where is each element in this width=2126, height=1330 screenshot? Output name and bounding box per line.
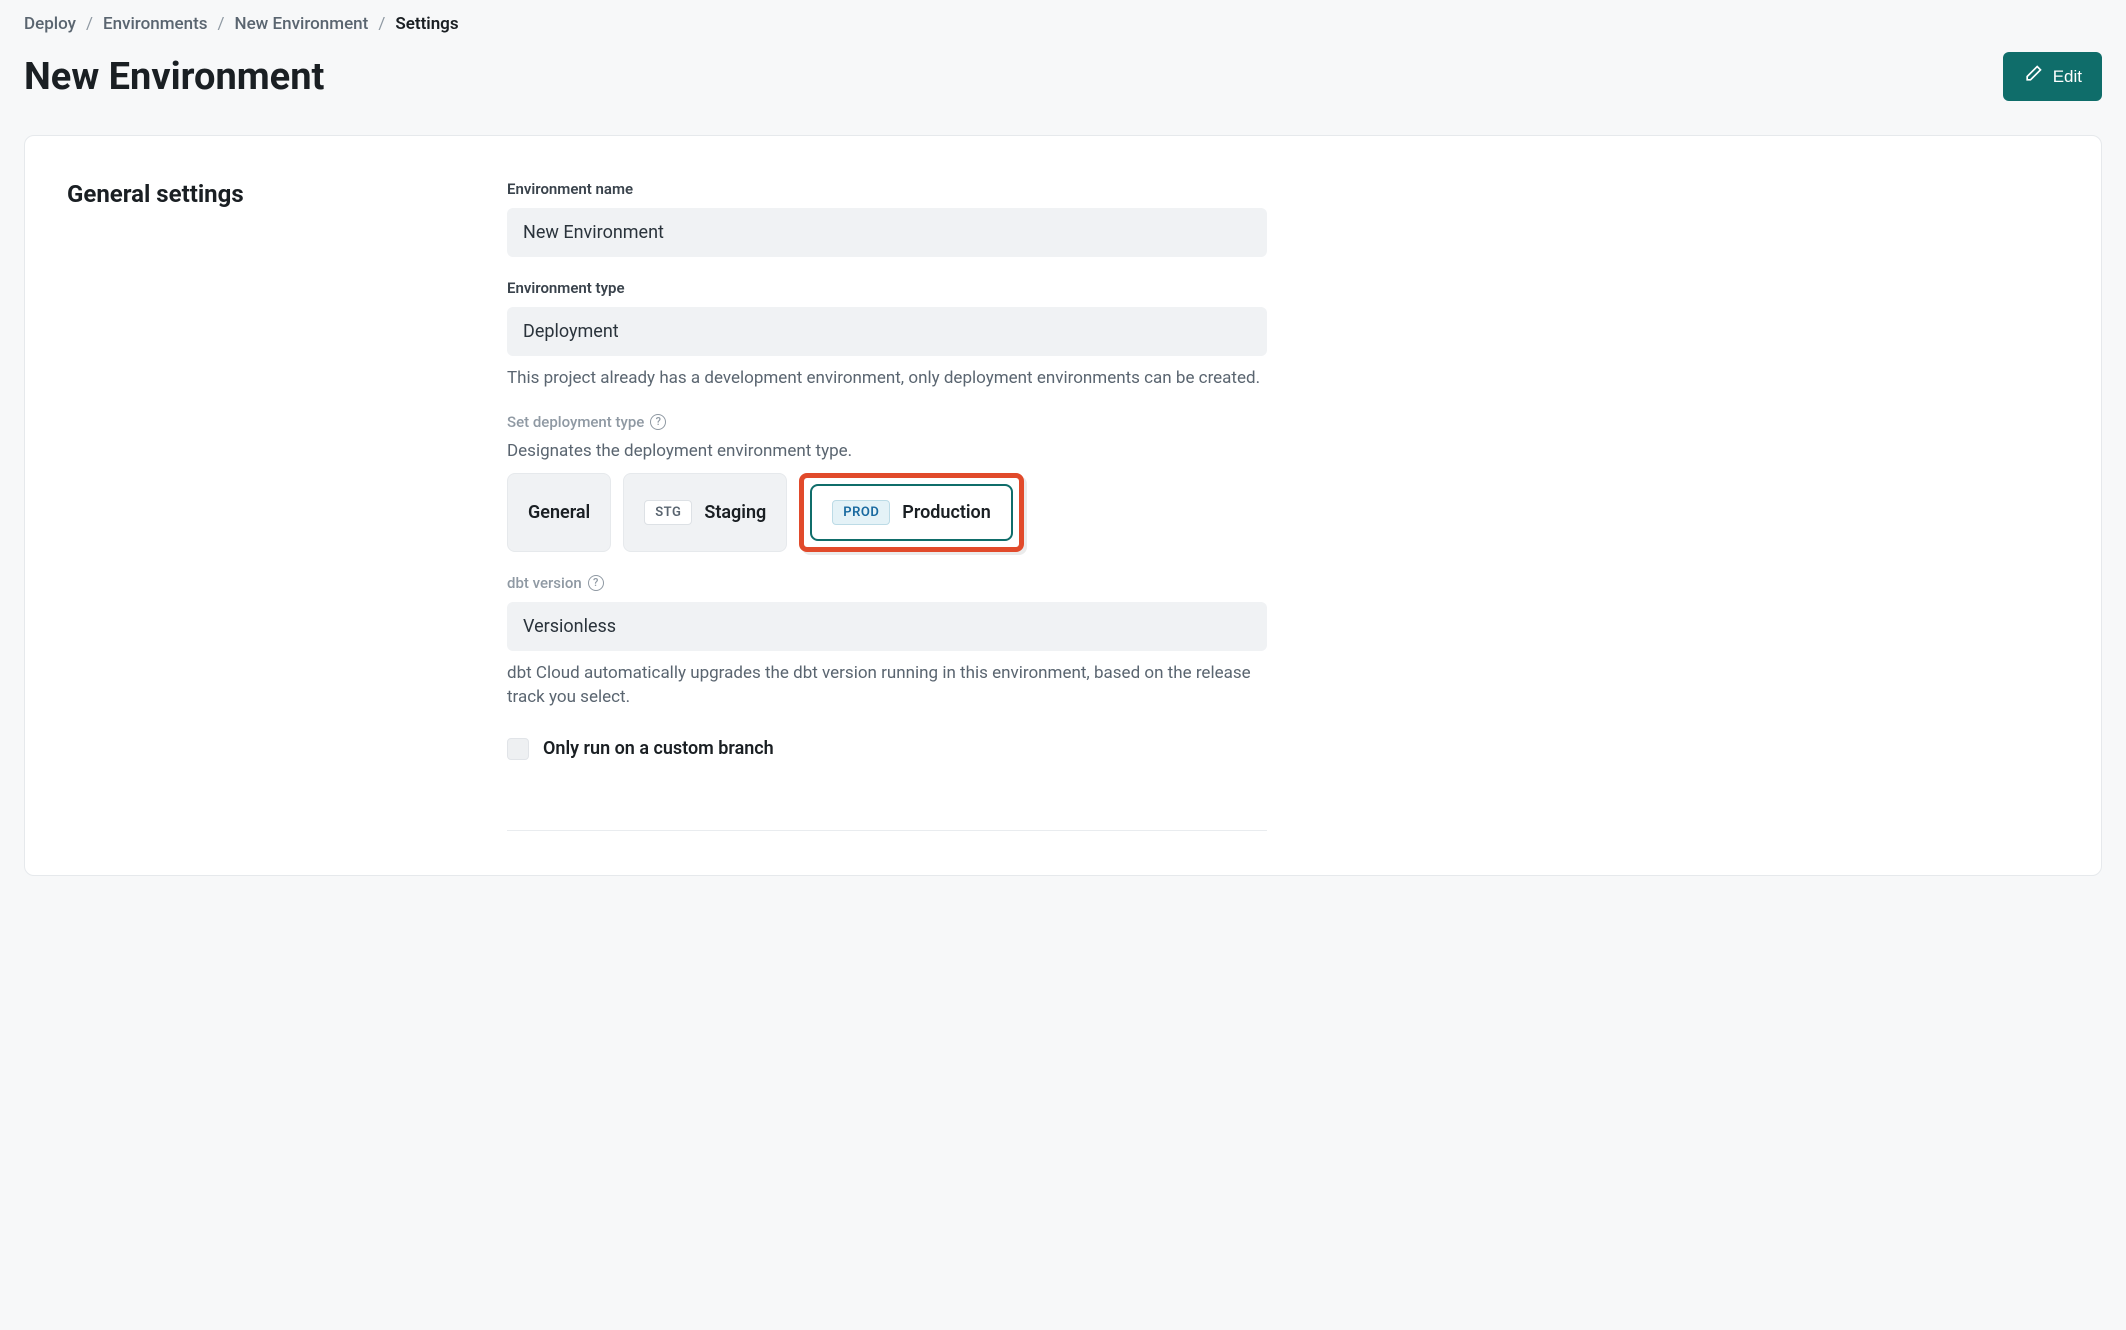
deployment-type-options: General STG Staging PROD Production <box>507 473 1267 552</box>
env-name-value: New Environment <box>507 208 1267 257</box>
edit-button[interactable]: Edit <box>2003 52 2102 101</box>
breadcrumb-deploy[interactable]: Deploy <box>24 14 76 34</box>
production-highlight: PROD Production <box>799 473 1024 552</box>
breadcrumb-new-environment[interactable]: New Environment <box>235 14 369 34</box>
env-name-label: Environment name <box>507 180 1267 198</box>
deployment-option-staging[interactable]: STG Staging <box>623 473 787 552</box>
breadcrumb-sep: / <box>86 14 93 34</box>
section-divider <box>507 830 1267 831</box>
deployment-option-production[interactable]: PROD Production <box>810 484 1013 541</box>
dbt-version-value: Versionless <box>507 602 1267 651</box>
field-environment-type: Environment type Deployment This project… <box>507 279 1267 391</box>
breadcrumb-sep: / <box>218 14 225 34</box>
breadcrumb-current: Settings <box>395 14 458 34</box>
field-dbt-version: dbt version ? Versionless dbt Cloud auto… <box>507 574 1267 710</box>
deployment-option-general[interactable]: General <box>507 473 611 552</box>
env-type-help: This project already has a development e… <box>507 366 1267 391</box>
deployment-option-label: Staging <box>704 502 766 523</box>
pencil-icon <box>2023 64 2043 89</box>
field-environment-name: Environment name New Environment <box>507 180 1267 257</box>
custom-branch-label: Only run on a custom branch <box>543 738 774 759</box>
custom-branch-checkbox[interactable] <box>507 738 529 760</box>
settings-card: General settings Environment name New En… <box>24 135 2102 876</box>
deployment-type-subtext: Designates the deployment environment ty… <box>507 441 1267 461</box>
field-deployment-type: Set deployment type ? Designates the dep… <box>507 413 1267 552</box>
staging-badge: STG <box>644 500 692 525</box>
env-type-value: Deployment <box>507 307 1267 356</box>
help-icon[interactable]: ? <box>650 414 666 430</box>
dbt-version-help: dbt Cloud automatically upgrades the dbt… <box>507 661 1267 710</box>
edit-button-label: Edit <box>2053 67 2082 87</box>
dbt-version-label-text: dbt version <box>507 574 582 592</box>
field-custom-branch: Only run on a custom branch <box>507 738 1267 760</box>
dbt-version-label: dbt version ? <box>507 574 1267 592</box>
help-icon[interactable]: ? <box>588 575 604 591</box>
breadcrumb-sep: / <box>378 14 385 34</box>
deployment-type-label-text: Set deployment type <box>507 413 644 431</box>
page-title: New Environment <box>24 55 324 99</box>
deployment-type-label: Set deployment type ? <box>507 413 1267 431</box>
deployment-option-label: Production <box>902 502 991 523</box>
production-badge: PROD <box>832 500 890 525</box>
env-type-label: Environment type <box>507 279 1267 297</box>
deployment-option-label: General <box>528 502 590 523</box>
section-title: General settings <box>67 180 487 208</box>
breadcrumb: Deploy / Environments / New Environment … <box>24 14 2102 34</box>
breadcrumb-environments[interactable]: Environments <box>103 14 208 34</box>
